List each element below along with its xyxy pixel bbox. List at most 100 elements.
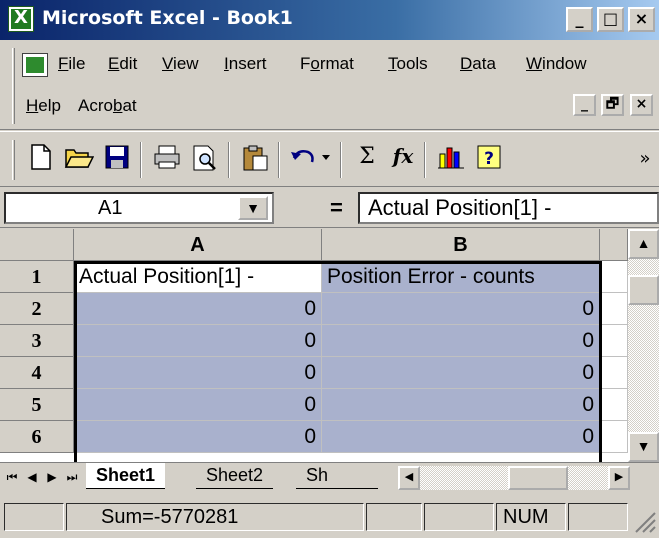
cell-a3[interactable]: 0	[74, 325, 322, 357]
chevron-down-icon[interactable]: ▼	[238, 196, 268, 220]
window-title: Microsoft Excel - Book1	[42, 7, 293, 29]
name-box-value: A1	[98, 197, 123, 219]
status-sum: Sum=-5770281	[66, 503, 364, 531]
cell-c2[interactable]	[600, 293, 628, 325]
title-bar: X Microsoft Excel - Book1 _ □ ×	[0, 0, 659, 40]
scroll-left-icon[interactable]: ◀	[398, 466, 420, 490]
row-header[interactable]: 5	[0, 389, 74, 421]
cell-a2[interactable]: 0	[74, 293, 322, 325]
sheet-tab-sheet3[interactable]: Sh	[296, 463, 378, 489]
vertical-scrollbar[interactable]: ▲ ▼	[628, 229, 659, 462]
sheet-tab-bar: ⏮ ◀ ▶ ⏭ Sheet1 Sheet2 Sh ◀ ▶	[0, 462, 659, 492]
column-header-a[interactable]: A	[74, 229, 322, 261]
name-box[interactable]: A1 ▼	[4, 192, 274, 224]
menu-help[interactable]: Help	[26, 96, 61, 116]
cell-c4[interactable]	[600, 357, 628, 389]
cell-b1[interactable]: Position Error - counts	[322, 261, 600, 293]
menu-edit[interactable]: Edit	[108, 54, 137, 74]
row-header[interactable]: 6	[0, 421, 74, 453]
status-bar: Sum=-5770281 NUM	[0, 497, 659, 537]
chart-wizard-icon[interactable]	[436, 144, 466, 174]
new-icon[interactable]	[26, 144, 56, 174]
menu-format[interactable]: Format	[300, 54, 354, 74]
more-icon[interactable]: »	[634, 144, 656, 174]
standard-toolbar: Σ fx ? »	[0, 131, 659, 187]
maximize-button[interactable]: □	[597, 7, 624, 32]
sheet-tab-sheet2[interactable]: Sheet2	[196, 463, 274, 489]
paste-icon[interactable]	[240, 144, 270, 174]
minimize-button[interactable]: _	[566, 7, 593, 32]
autosum-icon[interactable]: Σ	[352, 144, 382, 174]
svg-text:?: ?	[484, 149, 494, 169]
status-panel	[568, 503, 628, 531]
status-panel	[366, 503, 422, 531]
horizontal-scrollbar[interactable]: ◀ ▶	[398, 466, 630, 490]
toolbar-separator	[140, 142, 142, 178]
formula-equals-sign[interactable]: =	[330, 195, 343, 221]
print-icon[interactable]	[152, 144, 182, 174]
scroll-up-icon[interactable]: ▲	[628, 229, 659, 259]
scroll-right-icon[interactable]: ▶	[608, 466, 630, 490]
formula-input[interactable]: Actual Position[1] -	[358, 192, 659, 224]
select-all-corner[interactable]	[0, 229, 74, 261]
help-icon[interactable]: ?	[474, 144, 504, 174]
spreadsheet-grid: A B 1 Actual Position[1] - Position Erro…	[0, 229, 659, 462]
row-header[interactable]: 4	[0, 357, 74, 389]
undo-icon[interactable]	[286, 144, 336, 174]
toolbar-separator	[228, 142, 230, 178]
cell-c3[interactable]	[600, 325, 628, 357]
excel-window: X Microsoft Excel - Book1 _ □ × File Edi…	[0, 0, 659, 537]
cell-a5[interactable]: 0	[74, 389, 322, 421]
save-icon[interactable]	[102, 144, 132, 174]
workbook-minimize-button[interactable]: _	[573, 94, 596, 116]
menu-insert[interactable]: Insert	[224, 54, 267, 74]
row-header[interactable]: 2	[0, 293, 74, 325]
excel-app-icon[interactable]: X	[8, 6, 34, 32]
cell-c5[interactable]	[600, 389, 628, 421]
column-header-b[interactable]: B	[322, 229, 600, 261]
sheet-tab-sheet1[interactable]: Sheet1	[86, 463, 166, 489]
cell-a1[interactable]: Actual Position[1] -	[74, 261, 322, 293]
status-panel	[424, 503, 494, 531]
last-sheet-icon[interactable]: ⏭	[62, 466, 82, 488]
scroll-down-icon[interactable]: ▼	[628, 432, 659, 462]
menu-data[interactable]: Data	[460, 54, 496, 74]
menu-acrobat[interactable]: Acrobat	[78, 96, 137, 116]
menu-tools[interactable]: Tools	[388, 54, 428, 74]
menu-bar: File Edit View Insert Format Tools Data …	[0, 40, 659, 130]
vertical-scroll-thumb[interactable]	[628, 275, 659, 305]
workbook-restore-button[interactable]: 🗗	[601, 94, 624, 116]
resize-grip-icon[interactable]	[630, 505, 656, 533]
column-header-c[interactable]	[600, 229, 628, 261]
row-header[interactable]: 3	[0, 325, 74, 357]
prev-sheet-icon[interactable]: ◀	[22, 466, 42, 488]
workbook-close-button[interactable]: ×	[630, 94, 653, 116]
toolbar-grip[interactable]	[12, 140, 15, 180]
menu-window[interactable]: Window	[526, 54, 586, 74]
workbook-icon[interactable]	[22, 53, 48, 77]
print-preview-icon[interactable]	[190, 144, 220, 174]
close-button[interactable]: ×	[628, 7, 655, 32]
status-num-lock: NUM	[496, 503, 566, 531]
menu-grip[interactable]	[12, 48, 15, 124]
cell-b6[interactable]: 0	[322, 421, 600, 453]
horizontal-scroll-thumb[interactable]	[508, 466, 568, 490]
first-sheet-icon[interactable]: ⏮	[2, 466, 22, 488]
toolbar-separator	[340, 142, 342, 178]
cell-b4[interactable]: 0	[322, 357, 600, 389]
cell-b5[interactable]: 0	[322, 389, 600, 421]
formula-bar: A1 ▼ = Actual Position[1] -	[0, 188, 659, 228]
cell-b3[interactable]: 0	[322, 325, 600, 357]
cell-c6[interactable]	[600, 421, 628, 453]
menu-file[interactable]: File	[58, 54, 85, 74]
menu-view[interactable]: View	[162, 54, 199, 74]
row-header[interactable]: 1	[0, 261, 74, 293]
open-icon[interactable]	[64, 144, 95, 174]
cell-a6[interactable]: 0	[74, 421, 322, 453]
cell-b2[interactable]: 0	[322, 293, 600, 325]
cell-a4[interactable]: 0	[74, 357, 322, 389]
toolbar-separator	[424, 142, 426, 178]
cell-c1[interactable]	[600, 261, 628, 293]
next-sheet-icon[interactable]: ▶	[42, 466, 62, 488]
function-icon[interactable]: fx	[388, 144, 418, 174]
